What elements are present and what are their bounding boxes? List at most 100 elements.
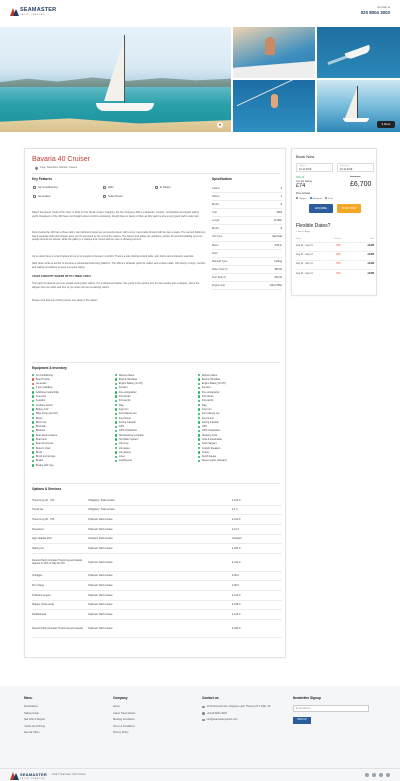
contact-phone[interactable]: 020 8004 3003: [361, 10, 390, 16]
equipment-label: Flag: [201, 403, 207, 407]
social-links: [365, 773, 390, 777]
facebook-icon[interactable]: [365, 773, 369, 777]
footer-menu: Menu Destinations Sailing Guide Sail With …: [24, 696, 45, 738]
includes-skipper[interactable]: Skipper: [296, 197, 307, 201]
equipment-label: Bosun's chair: [35, 446, 51, 450]
feature-air-conditioning: Air Conditioning: [33, 185, 58, 190]
sail-logo-icon: [9, 7, 19, 17]
available-check-icon: [198, 395, 201, 398]
check-out-field[interactable]: Check out 19.11.2019: [337, 163, 374, 172]
available-check-icon: [115, 434, 118, 437]
mail-icon: [202, 718, 205, 722]
flexible-date-row[interactable]: Aug 24 - Sep 14 -45% £1486: [296, 250, 374, 260]
equipment-label: Furling mainsail: [201, 420, 219, 424]
equipment-label: Binocular: [35, 425, 46, 429]
available-check-icon: [32, 391, 35, 394]
pinterest-icon[interactable]: [379, 773, 383, 777]
newsletter-email-input[interactable]: Email address: [293, 705, 369, 713]
footer-link[interactable]: Special Offers: [24, 731, 45, 738]
key-features-heading: Key Features: [32, 177, 53, 181]
spec-value: Volvo 55hp: [269, 283, 282, 287]
flexible-date-row[interactable]: Aug 24 - Sep 14 -45% £1486: [296, 269, 374, 278]
equipment-label: Flag: [118, 403, 124, 407]
gallery-thumb-3[interactable]: [233, 80, 315, 132]
spec-value: 12.38m: [273, 219, 282, 223]
flex-price: £1486: [367, 245, 374, 248]
description-paragraph: Up on deck there is a lot of space for u…: [32, 255, 194, 258]
option-price: Included: [232, 537, 242, 541]
gallery-thumb-2[interactable]: [317, 27, 400, 78]
equipment-label: Cockpit Speakers: [201, 446, 221, 450]
spec-key: Draft: [212, 251, 218, 255]
available-check-icon: [32, 386, 35, 390]
equipment-label: Bucket with rope: [35, 463, 54, 467]
option-name: Transit Log 40 - 47ft: [32, 498, 55, 502]
available-check-icon: [115, 382, 118, 385]
available-check-icon: [32, 416, 35, 420]
footer-contact: Contact us 14 Portsmouth Ave, Kingston u…: [202, 696, 282, 724]
site-logo[interactable]: SEAMASTER YACHT CHARTER: [9, 7, 56, 17]
equipment-label: Depth Gauge: [201, 455, 217, 459]
sign-up-button[interactable]: SIGN UP: [293, 717, 311, 725]
includes-crew[interactable]: Crew: [324, 197, 333, 201]
flexible-dates-heading: Flexible Dates?: [296, 223, 331, 229]
option-row: Deposit Pack (includes Transit log and t…: [32, 620, 282, 638]
equipment-label: First aid kit: [118, 399, 131, 403]
flexible-dates-subtitle: 1 item in Apply: [296, 231, 311, 233]
equipment-column: Air Conditioning Bow Thruster Generator 2 p…: [32, 373, 115, 468]
equipment-label: Auxiliary anchor: [35, 403, 53, 407]
flexible-date-row[interactable]: Aug 24 - Sep 14 -45% £1486: [296, 259, 374, 269]
equipment-heading: Equipment & Inventory: [32, 366, 67, 370]
option-price: £ 80.0: [232, 574, 239, 578]
twitter-icon[interactable]: [372, 773, 376, 777]
checkbox-checked-icon: [309, 197, 312, 200]
option-price: £ 265.0: [232, 547, 241, 551]
equipment-label: Fire extinguisher: [201, 390, 220, 394]
saving-value: £74: [296, 183, 306, 189]
spec-row: Berths 8: [212, 225, 282, 234]
instagram-icon[interactable]: [386, 773, 390, 777]
option-description: Optional: Paid at base: [88, 626, 113, 630]
equipment-label: GPS Chartplotter: [118, 429, 138, 433]
footer-email[interactable]: info@seamasteryachts.com: [202, 718, 282, 722]
footer-logo[interactable]: SEAMASTER YACHT CHARTER: [9, 772, 47, 781]
equipment-label: Furling mainsail: [118, 420, 136, 424]
flex-discount: -45%: [335, 263, 341, 266]
book-now-button[interactable]: BOOK NOW: [337, 204, 361, 213]
equipment-label: Lines: [118, 455, 125, 459]
spec-key: Berths: [212, 227, 220, 231]
available-check-icon: [198, 382, 201, 385]
base-price-value: £6,700: [350, 181, 372, 188]
location-pin-icon: [34, 165, 39, 170]
favorite-heart-icon[interactable]: ♥: [217, 122, 223, 128]
capacity-detail: This yacht is ideal for up to six people…: [32, 282, 200, 289]
available-check-icon: [115, 459, 118, 463]
equipment-label: Brush and sponge: [35, 455, 56, 459]
available-check-icon: [198, 412, 201, 416]
equipment-label: Bimini top: [35, 420, 47, 424]
available-check-icon: [32, 459, 35, 463]
spec-row: Hull Type Sail boat: [212, 234, 282, 242]
includes-bareboat[interactable]: Bareboat: [309, 197, 322, 201]
enquire-button[interactable]: ENQUIRE: [309, 204, 333, 213]
flex-price: £1486: [367, 272, 374, 275]
option-name: Towels/set: [32, 527, 44, 531]
spec-value: 2019: [276, 211, 282, 215]
option-description: Obligatory: Paid at base: [88, 508, 115, 512]
available-check-icon: [115, 404, 118, 407]
spec-row: Berths 6: [212, 201, 282, 210]
gallery-thumb-1[interactable]: [233, 27, 315, 78]
option-description: Included: Paid at base: [88, 537, 113, 541]
option-price: £ 80.0: [232, 583, 239, 587]
option-row: Outrigger Optional: Paid at base £ 80.0: [32, 572, 282, 582]
check-in-field[interactable]: Check in 12.11.2019: [296, 163, 333, 172]
flexible-date-row[interactable]: Aug 24 - Sep 14 -45% £1486: [296, 241, 374, 251]
spec-value: 200.00: [274, 275, 282, 279]
feature-wifi: WiFi: [103, 185, 114, 190]
spec-value: 8: [280, 227, 282, 231]
gallery-main-image[interactable]: [0, 27, 231, 132]
more-photos-button[interactable]: 9 More: [377, 121, 395, 128]
footer-link[interactable]: Privacy Policy: [113, 731, 135, 738]
equipment-label: Distress flares: [201, 373, 218, 377]
footer-phone[interactable]: +44 20 8004 3003: [202, 712, 282, 715]
